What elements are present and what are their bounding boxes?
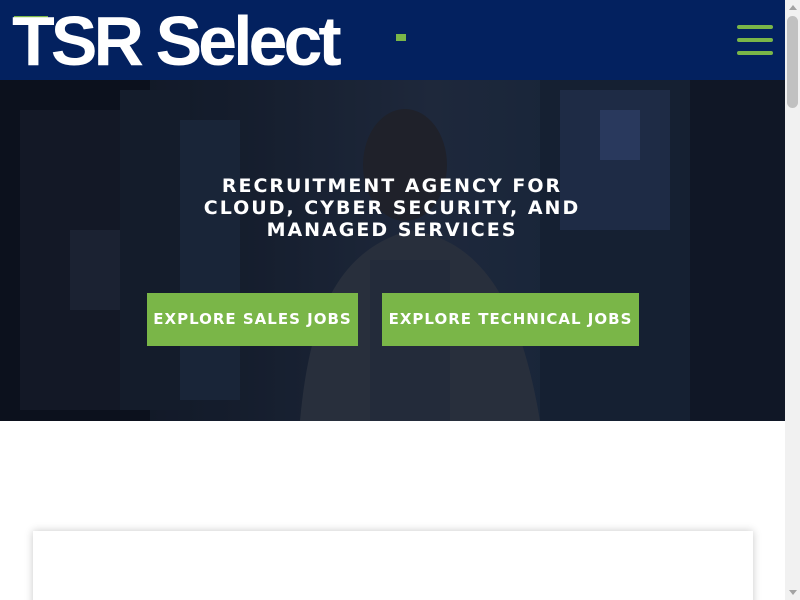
scroll-down-arrow-icon[interactable] — [785, 585, 800, 600]
menu-line — [737, 25, 773, 29]
explore-technical-jobs-button[interactable]: EXPLORE TECHNICAL JOBS — [382, 293, 639, 346]
menu-line — [737, 51, 773, 55]
scroll-up-arrow-icon[interactable] — [785, 0, 800, 15]
hero-banner: RECRUITMENT AGENCY FOR CLOUD, CYBER SECU… — [0, 80, 785, 421]
hamburger-menu-icon[interactable] — [737, 25, 773, 55]
site-logo[interactable]: TSR Select — [12, 6, 342, 76]
hero-title: RECRUITMENT AGENCY FOR CLOUD, CYBER SECU… — [203, 175, 581, 241]
vertical-scrollbar[interactable] — [785, 0, 800, 600]
content-card — [33, 531, 753, 600]
site-header: TSR Select — [0, 0, 785, 80]
logo-accent-cross — [396, 34, 406, 41]
scrollbar-thumb[interactable] — [787, 16, 798, 108]
page: TSR Select RECRUITMENT AGENCY FOR CLOUD,… — [0, 0, 785, 600]
menu-line — [737, 38, 773, 42]
hero-overlay — [0, 80, 785, 421]
explore-sales-jobs-button[interactable]: EXPLORE SALES JOBS — [147, 293, 358, 346]
